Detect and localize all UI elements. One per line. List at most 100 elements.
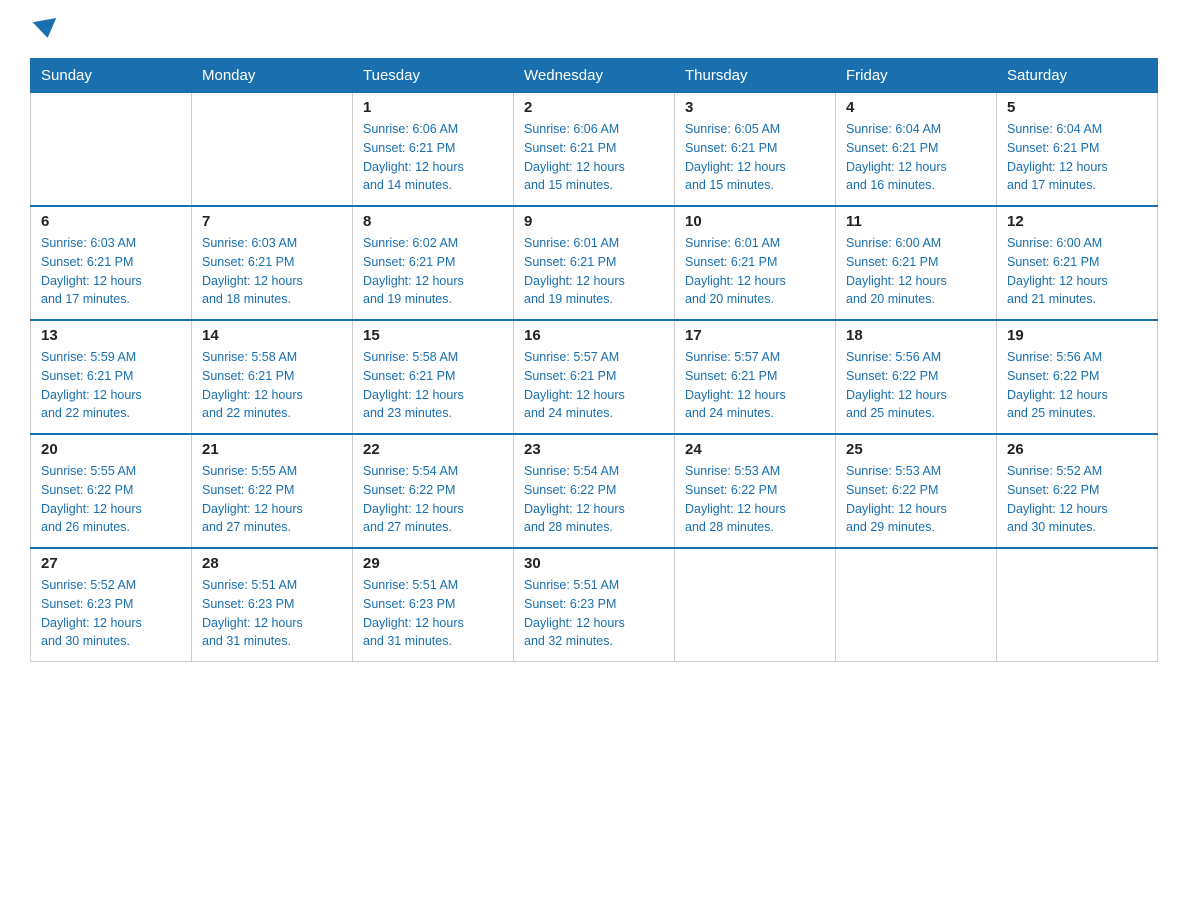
calendar-cell: 17Sunrise: 5:57 AM Sunset: 6:21 PM Dayli… bbox=[675, 320, 836, 434]
day-info: Sunrise: 6:00 AM Sunset: 6:21 PM Dayligh… bbox=[846, 234, 986, 309]
day-info: Sunrise: 6:03 AM Sunset: 6:21 PM Dayligh… bbox=[41, 234, 181, 309]
day-header-tuesday: Tuesday bbox=[353, 59, 514, 93]
calendar-cell: 7 Sunrise: 6:03 AM Sunset: 6:21 PM Daylig… bbox=[192, 206, 353, 320]
day-info: Sunrise: 6:04 AM Sunset: 6:21 PM Dayligh… bbox=[846, 120, 986, 195]
day-info: Sunrise: 5:57 AM Sunset: 6:21 PM Dayligh… bbox=[524, 348, 664, 423]
calendar-cell: 25 Sunrise: 5:53 AM Sunset: 6:22 PM Dayli… bbox=[836, 434, 997, 548]
day-info: Sunrise: 5:51 AM Sunset: 6:23 PM Dayligh… bbox=[524, 576, 664, 651]
day-info: Sunrise: 6:01 AM Sunset: 6:21 PM Dayligh… bbox=[685, 234, 825, 309]
logo bbox=[30, 20, 58, 38]
calendar-cell: 10 Sunrise: 6:01 AM Sunset: 6:21 PM Dayli… bbox=[675, 206, 836, 320]
day-number: 8 bbox=[363, 213, 503, 230]
calendar-cell: 28 Sunrise: 5:51 AM Sunset: 6:23 PM Dayli… bbox=[192, 548, 353, 662]
day-number: 6 bbox=[41, 213, 181, 230]
day-info: Sunrise: 5:54 AM Sunset: 6:22 PM Dayligh… bbox=[363, 462, 503, 537]
day-number: 9 bbox=[524, 213, 664, 230]
day-info: Sunrise: 5:52 AM Sunset: 6:22 PM Dayligh… bbox=[1007, 462, 1147, 537]
day-info: Sunrise: 5:55 AM Sunset: 6:22 PM Dayligh… bbox=[202, 462, 342, 537]
calendar-week-4: 20 Sunrise: 5:55 AM Sunset: 6:22 PM Dayli… bbox=[31, 434, 1158, 548]
calendar-cell: 18 Sunrise: 5:56 AM Sunset: 6:22 PM Dayli… bbox=[836, 320, 997, 434]
calendar-cell: 11Sunrise: 6:00 AM Sunset: 6:21 PM Dayli… bbox=[836, 206, 997, 320]
calendar-cell: 20 Sunrise: 5:55 AM Sunset: 6:22 PM Dayli… bbox=[31, 434, 192, 548]
logo-arrow-icon bbox=[33, 18, 60, 40]
day-info: Sunrise: 6:04 AM Sunset: 6:21 PM Dayligh… bbox=[1007, 120, 1147, 195]
day-info: Sunrise: 5:58 AM Sunset: 6:21 PM Dayligh… bbox=[363, 348, 503, 423]
calendar-cell: 4 Sunrise: 6:04 AM Sunset: 6:21 PM Daylig… bbox=[836, 93, 997, 207]
calendar-cell: 15 Sunrise: 5:58 AM Sunset: 6:21 PM Dayli… bbox=[353, 320, 514, 434]
calendar-cell bbox=[675, 548, 836, 662]
day-number: 16 bbox=[524, 327, 664, 344]
day-info: Sunrise: 5:56 AM Sunset: 6:22 PM Dayligh… bbox=[846, 348, 986, 423]
calendar-table: SundayMondayTuesdayWednesdayThursdayFrid… bbox=[30, 58, 1158, 662]
day-info: Sunrise: 5:53 AM Sunset: 6:22 PM Dayligh… bbox=[685, 462, 825, 537]
calendar-cell: 6 Sunrise: 6:03 AM Sunset: 6:21 PM Daylig… bbox=[31, 206, 192, 320]
day-header-friday: Friday bbox=[836, 59, 997, 93]
calendar-week-1: 1Sunrise: 6:06 AM Sunset: 6:21 PM Daylig… bbox=[31, 93, 1158, 207]
calendar-cell: 2 Sunrise: 6:06 AM Sunset: 6:21 PM Daylig… bbox=[514, 93, 675, 207]
calendar-cell: 21 Sunrise: 5:55 AM Sunset: 6:22 PM Dayli… bbox=[192, 434, 353, 548]
day-info: Sunrise: 5:58 AM Sunset: 6:21 PM Dayligh… bbox=[202, 348, 342, 423]
page-header bbox=[30, 20, 1158, 38]
calendar-cell: 1Sunrise: 6:06 AM Sunset: 6:21 PM Daylig… bbox=[353, 93, 514, 207]
calendar-week-3: 13 Sunrise: 5:59 AM Sunset: 6:21 PM Dayli… bbox=[31, 320, 1158, 434]
logo-general bbox=[30, 20, 58, 38]
day-number: 20 bbox=[41, 441, 181, 458]
day-number: 18 bbox=[846, 327, 986, 344]
calendar-cell: 26 Sunrise: 5:52 AM Sunset: 6:22 PM Dayli… bbox=[997, 434, 1158, 548]
calendar-cell: 16 Sunrise: 5:57 AM Sunset: 6:21 PM Dayli… bbox=[514, 320, 675, 434]
day-info: Sunrise: 6:02 AM Sunset: 6:21 PM Dayligh… bbox=[363, 234, 503, 309]
calendar-cell: 12Sunrise: 6:00 AM Sunset: 6:21 PM Dayli… bbox=[997, 206, 1158, 320]
calendar-cell: 24Sunrise: 5:53 AM Sunset: 6:22 PM Dayli… bbox=[675, 434, 836, 548]
calendar-cell: 5Sunrise: 6:04 AM Sunset: 6:21 PM Daylig… bbox=[997, 93, 1158, 207]
calendar-cell: 27 Sunrise: 5:52 AM Sunset: 6:23 PM Dayli… bbox=[31, 548, 192, 662]
day-info: Sunrise: 5:51 AM Sunset: 6:23 PM Dayligh… bbox=[363, 576, 503, 651]
day-info: Sunrise: 6:05 AM Sunset: 6:21 PM Dayligh… bbox=[685, 120, 825, 195]
calendar-cell: 9 Sunrise: 6:01 AM Sunset: 6:21 PM Daylig… bbox=[514, 206, 675, 320]
day-number: 22 bbox=[363, 441, 503, 458]
day-info: Sunrise: 6:01 AM Sunset: 6:21 PM Dayligh… bbox=[524, 234, 664, 309]
day-number: 21 bbox=[202, 441, 342, 458]
day-number: 30 bbox=[524, 555, 664, 572]
calendar-cell: 23 Sunrise: 5:54 AM Sunset: 6:22 PM Dayli… bbox=[514, 434, 675, 548]
day-number: 27 bbox=[41, 555, 181, 572]
calendar-cell: 8 Sunrise: 6:02 AM Sunset: 6:21 PM Daylig… bbox=[353, 206, 514, 320]
day-number: 26 bbox=[1007, 441, 1147, 458]
day-header-sunday: Sunday bbox=[31, 59, 192, 93]
calendar-week-2: 6 Sunrise: 6:03 AM Sunset: 6:21 PM Daylig… bbox=[31, 206, 1158, 320]
day-info: Sunrise: 5:55 AM Sunset: 6:22 PM Dayligh… bbox=[41, 462, 181, 537]
day-number: 29 bbox=[363, 555, 503, 572]
day-header-wednesday: Wednesday bbox=[514, 59, 675, 93]
day-number: 14 bbox=[202, 327, 342, 344]
day-number: 13 bbox=[41, 327, 181, 344]
calendar-cell bbox=[836, 548, 997, 662]
day-info: Sunrise: 5:59 AM Sunset: 6:21 PM Dayligh… bbox=[41, 348, 181, 423]
day-number: 23 bbox=[524, 441, 664, 458]
day-header-monday: Monday bbox=[192, 59, 353, 93]
calendar-cell: 14 Sunrise: 5:58 AM Sunset: 6:21 PM Dayli… bbox=[192, 320, 353, 434]
day-info: Sunrise: 5:53 AM Sunset: 6:22 PM Dayligh… bbox=[846, 462, 986, 537]
day-header-thursday: Thursday bbox=[675, 59, 836, 93]
day-info: Sunrise: 5:51 AM Sunset: 6:23 PM Dayligh… bbox=[202, 576, 342, 651]
day-number: 25 bbox=[846, 441, 986, 458]
calendar-cell: 3 Sunrise: 6:05 AM Sunset: 6:21 PM Daylig… bbox=[675, 93, 836, 207]
day-number: 2 bbox=[524, 99, 664, 116]
calendar-header-row: SundayMondayTuesdayWednesdayThursdayFrid… bbox=[31, 59, 1158, 93]
calendar-cell: 30 Sunrise: 5:51 AM Sunset: 6:23 PM Dayli… bbox=[514, 548, 675, 662]
day-number: 12 bbox=[1007, 213, 1147, 230]
day-number: 7 bbox=[202, 213, 342, 230]
day-info: Sunrise: 5:54 AM Sunset: 6:22 PM Dayligh… bbox=[524, 462, 664, 537]
calendar-cell bbox=[31, 93, 192, 207]
day-info: Sunrise: 5:52 AM Sunset: 6:23 PM Dayligh… bbox=[41, 576, 181, 651]
day-info: Sunrise: 6:06 AM Sunset: 6:21 PM Dayligh… bbox=[363, 120, 503, 195]
day-info: Sunrise: 5:57 AM Sunset: 6:21 PM Dayligh… bbox=[685, 348, 825, 423]
calendar-cell bbox=[997, 548, 1158, 662]
day-info: Sunrise: 6:06 AM Sunset: 6:21 PM Dayligh… bbox=[524, 120, 664, 195]
day-info: Sunrise: 6:03 AM Sunset: 6:21 PM Dayligh… bbox=[202, 234, 342, 309]
day-header-saturday: Saturday bbox=[997, 59, 1158, 93]
day-number: 15 bbox=[363, 327, 503, 344]
day-number: 10 bbox=[685, 213, 825, 230]
day-number: 28 bbox=[202, 555, 342, 572]
day-number: 3 bbox=[685, 99, 825, 116]
calendar-cell: 29 Sunrise: 5:51 AM Sunset: 6:23 PM Dayli… bbox=[353, 548, 514, 662]
day-number: 4 bbox=[846, 99, 986, 116]
